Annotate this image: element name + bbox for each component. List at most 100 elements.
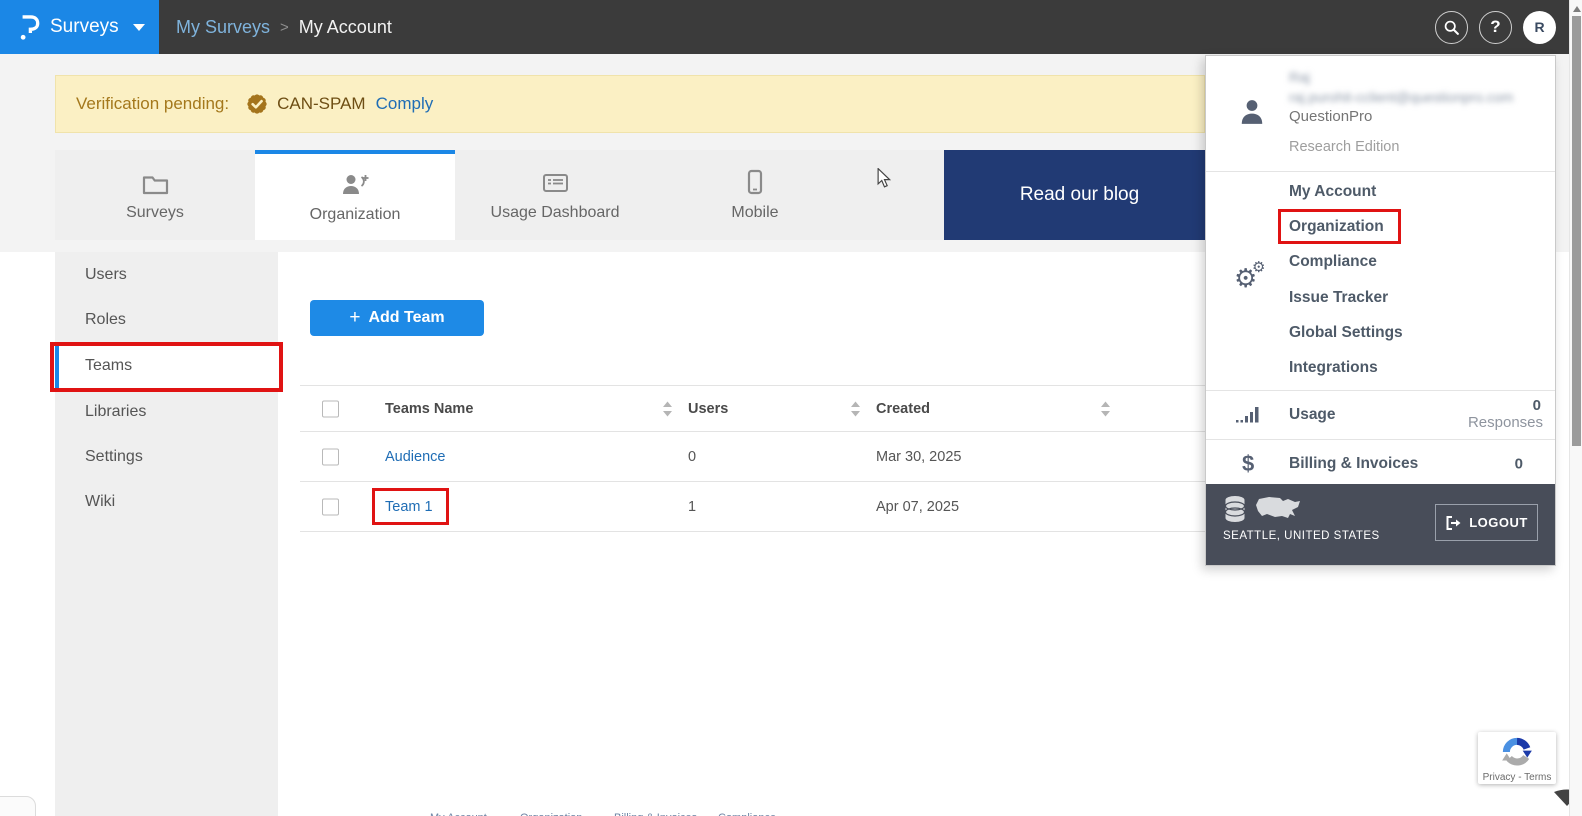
usage-bars-icon: [1236, 406, 1260, 424]
dollar-icon: $: [1242, 451, 1254, 477]
sidebar-item-wiki[interactable]: Wiki: [55, 479, 278, 524]
gears-icon: ⚙⚙: [1234, 264, 1257, 294]
search-icon: [1443, 19, 1460, 36]
footer-link[interactable]: Billing & Invoices: [614, 812, 697, 816]
row-checkbox[interactable]: [322, 498, 339, 515]
account-menu-section: ⚙⚙ My Account Organization Compliance Is…: [1206, 172, 1555, 390]
questionpro-logo-icon: [18, 12, 40, 42]
tab-label: Usage Dashboard: [491, 204, 620, 222]
add-team-label: Add Team: [368, 309, 444, 327]
tab-surveys[interactable]: Surveys: [55, 150, 255, 240]
usage-unit: Responses: [1468, 414, 1543, 431]
product-label: Surveys: [50, 16, 119, 38]
question-mark-icon: ?: [1490, 17, 1500, 37]
folder-icon: [142, 169, 169, 195]
datacenter-location: SEATTLE, UNITED STATES: [1223, 530, 1380, 542]
team-link-team-1[interactable]: Team 1: [385, 499, 433, 515]
breadcrumb-my-surveys[interactable]: My Surveys: [176, 17, 270, 38]
tab-mobile[interactable]: Mobile: [655, 150, 855, 240]
sidebar-item-settings[interactable]: Settings: [55, 434, 278, 479]
recaptcha-badge[interactable]: Privacy - Terms: [1478, 732, 1556, 784]
account-edition: Research Edition: [1289, 139, 1399, 155]
account-tabs: Surveys Organization: [55, 150, 944, 240]
person-icon: [1239, 98, 1265, 126]
tab-label: Mobile: [731, 204, 778, 222]
sidebar-item-teams[interactable]: Teams: [55, 342, 278, 389]
account-panel-footer: SEATTLE, UNITED STATES LOGOUT: [1206, 484, 1555, 565]
team-users-count: 0: [688, 449, 696, 465]
row-checkbox[interactable]: [322, 448, 339, 465]
avatar-initial: R: [1534, 19, 1544, 35]
menu-item-my-account[interactable]: My Account: [1289, 183, 1376, 201]
datacenter-icons: [1223, 495, 1301, 523]
certified-badge-icon: [245, 92, 269, 116]
account-email: raj.purohit-cclient@questionpro.com: [1289, 89, 1513, 105]
recaptcha-privacy-terms[interactable]: Privacy - Terms: [1478, 772, 1556, 783]
corner-widget: [0, 796, 36, 816]
comply-link[interactable]: Comply: [376, 94, 434, 114]
billing-row[interactable]: $ Billing & Invoices 0: [1206, 440, 1555, 488]
read-our-blog-button[interactable]: Read our blog: [944, 150, 1215, 240]
logout-label: LOGOUT: [1469, 515, 1528, 530]
mobile-phone-icon: [747, 169, 763, 195]
column-header-created[interactable]: Created: [876, 401, 930, 417]
team-created-date: Apr 07, 2025: [876, 499, 959, 515]
team-link-audience[interactable]: Audience: [385, 449, 445, 465]
usage-row[interactable]: Usage 0 Responses: [1206, 391, 1555, 439]
product-switcher[interactable]: Surveys: [0, 0, 159, 54]
menu-item-issue-tracker[interactable]: Issue Tracker: [1289, 289, 1388, 307]
top-bar-actions: ? R: [1435, 0, 1556, 54]
menu-item-global-settings[interactable]: Global Settings: [1289, 324, 1403, 342]
usa-map-icon: [1255, 497, 1301, 523]
top-bar: Surveys My Surveys > My Account ? R: [0, 0, 1582, 54]
page: Surveys My Surveys > My Account ? R Ve: [0, 0, 1582, 816]
menu-item-compliance[interactable]: Compliance: [1289, 253, 1377, 271]
organization-people-icon: [341, 171, 370, 197]
menu-item-integrations[interactable]: Integrations: [1289, 359, 1378, 377]
breadcrumb-separator: >: [280, 19, 289, 36]
chevron-down-icon: [133, 24, 145, 31]
blog-button-label: Read our blog: [1020, 184, 1139, 206]
tab-organization[interactable]: Organization: [255, 150, 455, 240]
sidebar-label: Wiki: [85, 493, 115, 511]
can-spam-label: CAN-SPAM: [277, 94, 365, 114]
usage-value: 0: [1533, 397, 1541, 414]
billing-value: 0: [1515, 456, 1523, 473]
tab-label: Surveys: [126, 204, 184, 222]
account-name: Raj: [1289, 69, 1310, 85]
organization-sidebar: Users Roles Teams Libraries Settings Wik…: [55, 252, 278, 816]
footer-link[interactable]: My Account: [430, 812, 487, 816]
sort-icon[interactable]: [663, 401, 672, 416]
breadcrumb-current: My Account: [299, 17, 392, 38]
billing-label: Billing & Invoices: [1289, 455, 1418, 473]
search-button[interactable]: [1435, 11, 1468, 44]
add-team-button[interactable]: + Add Team: [310, 300, 484, 336]
help-button[interactable]: ?: [1479, 11, 1512, 44]
user-avatar[interactable]: R: [1523, 11, 1556, 44]
sort-icon[interactable]: [1101, 401, 1110, 416]
scrollbar-thumb[interactable]: [1572, 16, 1581, 446]
usage-label: Usage: [1289, 406, 1336, 424]
sort-icon[interactable]: [851, 401, 860, 416]
account-org: QuestionPro: [1289, 108, 1372, 125]
menu-item-organization[interactable]: Organization: [1289, 218, 1384, 236]
tab-label: Organization: [310, 206, 401, 224]
sidebar-item-roles[interactable]: Roles: [55, 297, 278, 342]
select-all-checkbox[interactable]: [322, 400, 339, 417]
column-header-teams-name[interactable]: Teams Name: [385, 401, 473, 417]
footer-link[interactable]: Organization: [520, 812, 582, 816]
footer-link[interactable]: Compliance: [718, 812, 776, 816]
column-header-users[interactable]: Users: [688, 401, 728, 417]
verification-pending-label: Verification pending:: [76, 94, 229, 114]
tab-usage-dashboard[interactable]: Usage Dashboard: [455, 150, 655, 240]
logout-button[interactable]: LOGOUT: [1435, 504, 1538, 541]
plus-icon: +: [349, 307, 360, 329]
vertical-scrollbar[interactable]: [1569, 0, 1582, 816]
sidebar-item-users[interactable]: Users: [55, 252, 278, 297]
recaptcha-icon: [1500, 735, 1534, 769]
page-footer-links: My Account Organization Billing & Invoic…: [0, 812, 1582, 816]
sidebar-item-libraries[interactable]: Libraries: [55, 389, 278, 434]
breadcrumb: My Surveys > My Account: [176, 0, 392, 54]
sidebar-label: Teams: [85, 357, 132, 375]
scrollbar-up-arrow[interactable]: [1573, 6, 1581, 12]
